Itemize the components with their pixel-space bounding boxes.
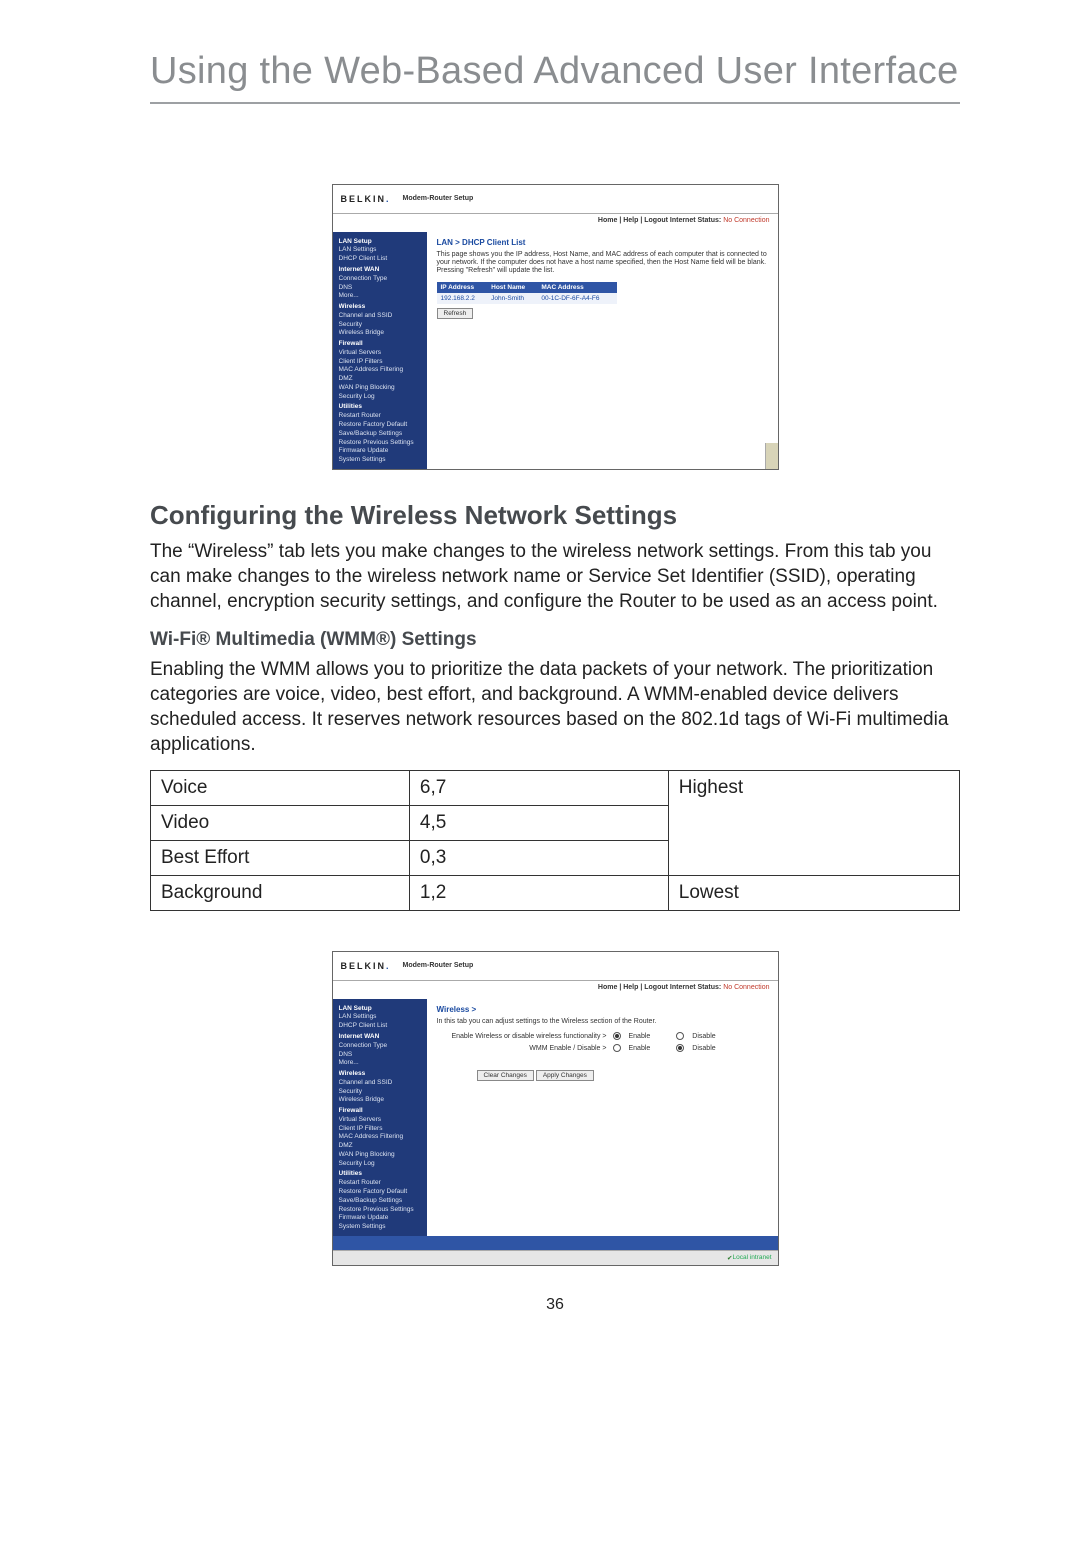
brand-logo: BELKIN.: [341, 194, 391, 204]
section-paragraph: The “Wireless” tab lets you make changes…: [150, 539, 960, 615]
intranet-zone-label: Local intranet: [732, 1254, 771, 1261]
wmm-enable-label: WMM Enable / Disable >: [437, 1045, 607, 1052]
subsection-paragraph: Enabling the WMM allows you to prioritiz…: [150, 657, 960, 758]
setup-title: Modem-Router Setup: [403, 195, 474, 202]
table-row: 192.168.2.2 John-Smith 00-1C-DF-6F-A4-F6: [437, 293, 617, 304]
col-host: Host Name: [487, 282, 537, 293]
radio-wmm-enable[interactable]: [613, 1044, 621, 1052]
table-row: Voice 6,7 Highest: [151, 770, 960, 805]
radio-disable-wireless[interactable]: [676, 1032, 684, 1040]
breadcrumb: LAN > DHCP Client List: [437, 238, 768, 247]
cell-name: Video: [151, 805, 410, 840]
cell-priority-low: Lowest: [668, 875, 959, 910]
radio-enable-wireless[interactable]: [613, 1032, 621, 1040]
scrollbar-corner: [765, 443, 778, 469]
header-links: Home | Help | Logout Internet Status: No…: [598, 984, 770, 991]
brand-logo: BELKIN.: [341, 961, 391, 971]
screenshot-dhcp-client-list: BELKIN. Modem-Router Setup Home | Help |…: [332, 184, 779, 470]
header-links: Home | Help | Logout Internet Status: No…: [598, 217, 770, 224]
table-row: Background 1,2 Lowest: [151, 875, 960, 910]
cell-name: Best Effort: [151, 840, 410, 875]
title-divider: [150, 102, 960, 104]
screenshot-wireless-settings: BELKIN. Modem-Router Setup Home | Help |…: [332, 951, 779, 1266]
breadcrumb: Wireless >: [437, 1005, 768, 1014]
clear-changes-button[interactable]: Clear Changes: [477, 1070, 534, 1081]
page-description: In this tab you can adjust settings to t…: [437, 1018, 768, 1026]
refresh-button[interactable]: Refresh: [437, 308, 474, 319]
setup-title: Modem-Router Setup: [403, 962, 474, 969]
priority-table: Voice 6,7 Highest Video 4,5 Best Effort …: [150, 770, 960, 911]
enable-wireless-label: Enable Wireless or disable wireless func…: [437, 1033, 607, 1040]
cell-name: Voice: [151, 770, 410, 805]
page-number: 36: [150, 1296, 960, 1314]
cell-tags: 0,3: [409, 840, 668, 875]
cell-name: Background: [151, 875, 410, 910]
sidebar-nav: LAN Setup LAN Settings DHCP Client List …: [333, 999, 427, 1236]
page-description: This page shows you the IP address, Host…: [437, 251, 768, 276]
page-title: Using the Web-Based Advanced User Interf…: [150, 50, 960, 94]
section-heading: Configuring the Wireless Network Setting…: [150, 500, 960, 531]
bottom-bluebar: [333, 1236, 778, 1250]
apply-changes-button[interactable]: Apply Changes: [536, 1070, 594, 1081]
col-ip: IP Address: [437, 282, 488, 293]
subsection-heading: Wi-Fi® Multimedia (WMM®) Settings: [150, 629, 960, 651]
dhcp-table: IP Address Host Name MAC Address 192.168…: [437, 282, 617, 304]
cell-tags: 4,5: [409, 805, 668, 840]
cell-tags: 1,2: [409, 875, 668, 910]
browser-statusbar: ✔ Local intranet: [333, 1250, 778, 1265]
col-mac: MAC Address: [537, 282, 616, 293]
radio-wmm-disable[interactable]: [676, 1044, 684, 1052]
connection-status: No Connection: [723, 217, 769, 224]
sidebar-nav: LAN Setup LAN Settings DHCP Client List …: [333, 232, 427, 469]
connection-status: No Connection: [723, 984, 769, 991]
cell-tags: 6,7: [409, 770, 668, 805]
cell-priority-high: Highest: [668, 770, 959, 875]
